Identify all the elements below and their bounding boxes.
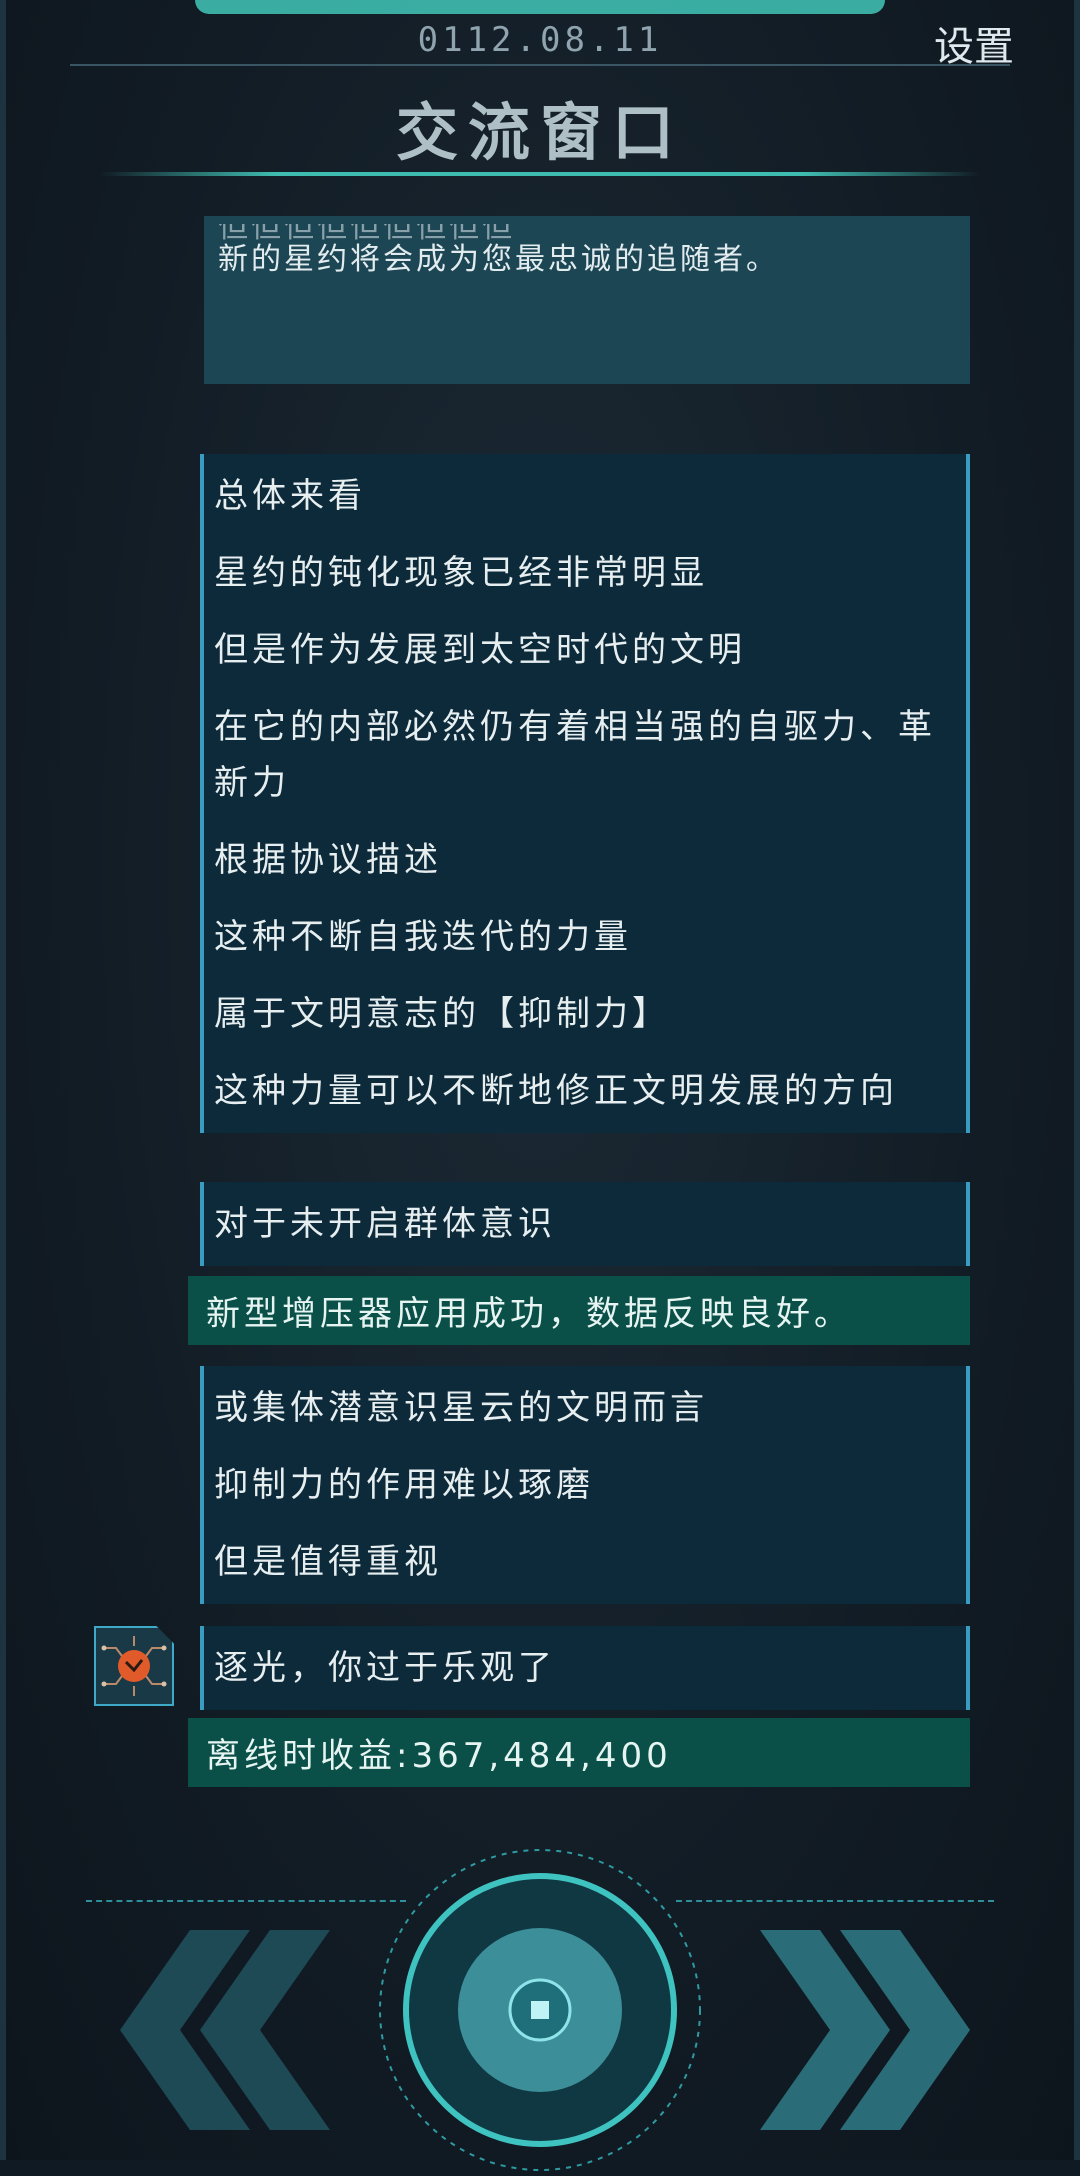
chat-message: 但是作为发展到太空时代的文明 [200,608,970,692]
chat-message: 在它的内部必然仍有着相当强的自驱力、革新力 [200,685,970,825]
chat-log[interactable]: 但但但但但但但但但 新的星约将会成为您最忠诚的追随者。 总体来看 星约的钝化现象… [0,200,1080,1800]
chat-message: 抑制力的作用难以琢磨 [200,1443,970,1527]
offline-earnings-notice: 离线时收益:367,484,400 [188,1718,970,1787]
bottom-navigation [0,1840,1080,2171]
chat-message: 对于未开启群体意识 [200,1182,970,1266]
page-title: 交流窗口 [395,96,684,169]
chat-message: 但是值得重视 [200,1520,970,1604]
top-glow-bar [195,0,885,14]
center-action-button[interactable] [378,1848,702,2172]
chat-message: 星约的钝化现象已经非常明显 [200,531,970,615]
chat-message: 属于文明意志的【抑制力】 [200,972,970,1056]
intro-cut-line: 但但但但但但但但但 [218,210,515,245]
chat-message: 根据协议描述 [200,818,970,902]
previous-button[interactable] [100,1930,330,2130]
chat-message: 这种力量可以不断地修正文明发展的方向 [200,1049,970,1133]
chat-message: 总体来看 [200,454,970,538]
center-button-graphic [379,1849,701,2171]
header-divider [70,64,1010,66]
system-notice: 新型增压器应用成功，数据反映良好。 [188,1276,970,1345]
game-date: 0112.08.11 [417,20,663,60]
chat-message: 这种不断自我迭代的力量 [200,895,970,979]
double-chevron-left-icon [120,1930,330,2130]
title-underline [100,172,980,176]
nav-dash-line-left [86,1900,406,1902]
double-chevron-right-icon [760,1930,970,2130]
intro-message-card: 但但但但但但但但但 新的星约将会成为您最忠诚的追随者。 [204,216,970,384]
chat-message: 或集体潜意识星云的文明而言 [200,1366,970,1450]
player-message: 逐光，你过于乐观了 [200,1626,970,1710]
circuit-orb-icon [101,1636,167,1696]
stop-square-icon [531,2001,549,2019]
player-avatar[interactable] [94,1626,174,1706]
next-button[interactable] [760,1930,990,2130]
nav-dash-line-right [676,1900,994,1902]
